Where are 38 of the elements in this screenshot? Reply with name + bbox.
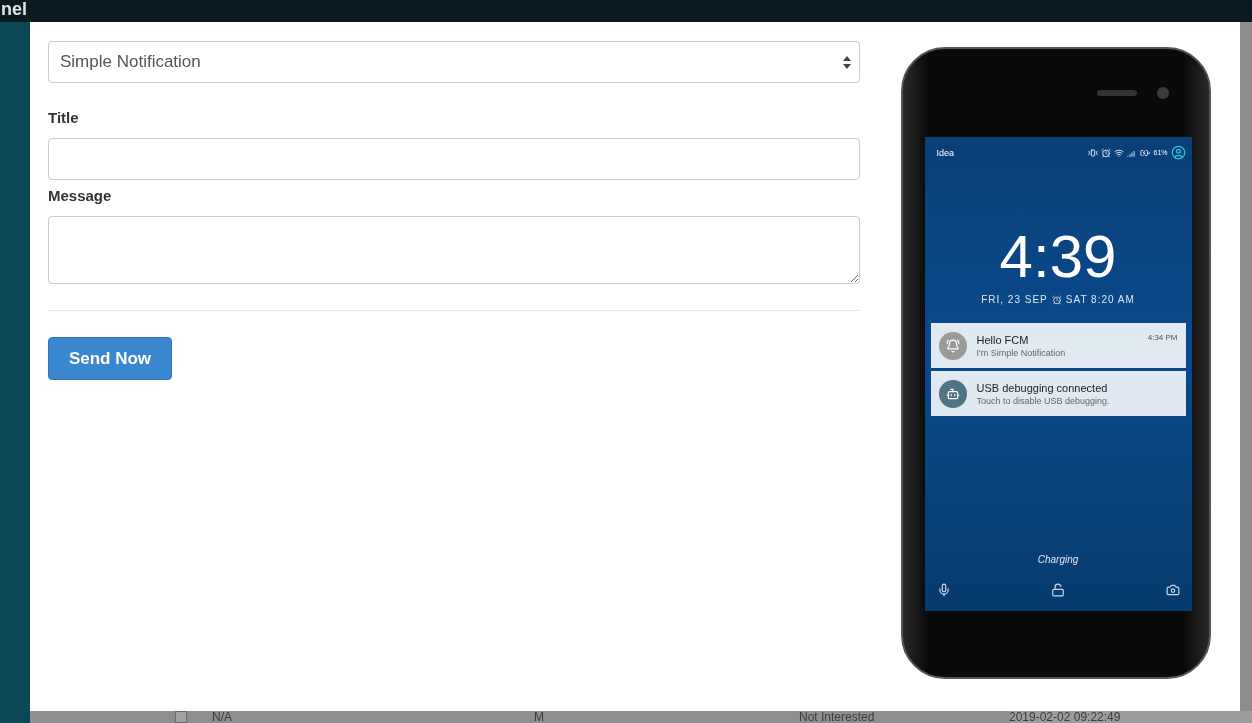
field-label: Title (48, 109, 80, 126)
page-title: nel (0, 0, 27, 18)
table-cell: 2019-02-02 09:22:49 (1009, 711, 1252, 723)
table-cell-text: Not Interested (799, 711, 876, 723)
notification-text: Touch to disable USB debugging. (976, 395, 1111, 406)
send-button[interactable]: Send Now (48, 337, 172, 380)
table-cell-text: M (534, 711, 545, 723)
camera-icon[interactable] (1165, 583, 1180, 597)
vibrate-icon (1088, 147, 1099, 158)
battery-icon (1140, 147, 1151, 158)
robot-icon (938, 379, 967, 408)
clock-time: 4:39 (998, 226, 1118, 288)
sort-caret-icon (843, 55, 851, 69)
notification-title: Hello FCM (976, 333, 1030, 346)
notification-type-select[interactable]: Simple Notification (48, 41, 860, 83)
title-field[interactable] (48, 138, 860, 180)
notification-time: 4:34 PM (1147, 333, 1178, 342)
field-label: Message (48, 187, 113, 204)
alarm-icon (1101, 147, 1112, 158)
speaker-grille (1097, 90, 1137, 96)
table-cell-text: N/A (212, 711, 233, 723)
alarm-time: SAT 8:20 AM (1065, 294, 1135, 305)
carrier-name: Idea (936, 147, 956, 158)
notification-title: USB debugging connected (976, 381, 1109, 394)
camera-lens (1157, 87, 1169, 99)
user-icon (1170, 145, 1186, 160)
date-text: FRI, 23 SEP (981, 294, 1048, 305)
alarm-icon (1051, 294, 1062, 305)
microphone-icon[interactable] (936, 583, 951, 597)
notification-card[interactable]: USB debugging connected Touch to disable USB debugging. (930, 371, 1186, 416)
notification-card[interactable]: Hello FCM I'm Simple Notification 4:34 PM (930, 323, 1186, 368)
row-checkbox[interactable] (175, 711, 187, 723)
message-field[interactable] (48, 216, 860, 284)
charging-status: Charging (1036, 554, 1080, 565)
bell-icon (938, 331, 967, 360)
notification-text: I'm Simple Notification (976, 347, 1067, 358)
wifi-icon (1114, 147, 1125, 158)
unlock-icon[interactable] (1051, 583, 1065, 597)
